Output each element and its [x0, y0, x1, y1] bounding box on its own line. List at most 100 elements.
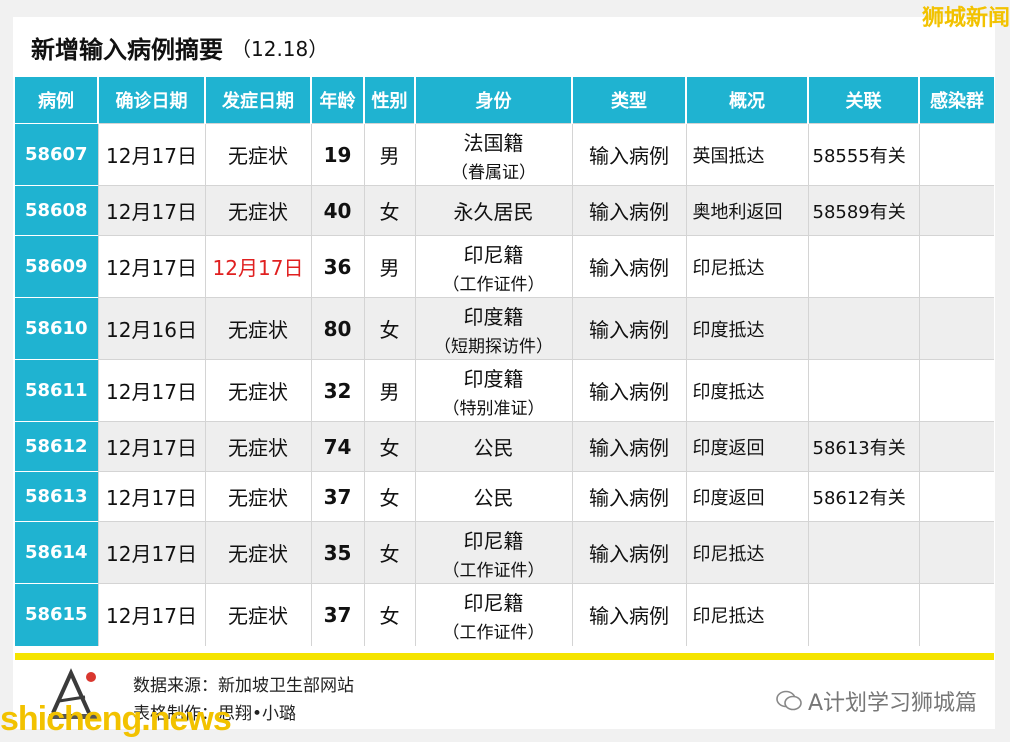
identity-pass-type: （工作证件） — [442, 560, 545, 581]
cluster-cell — [918, 123, 994, 186]
summary-cell: 印尼抵达 — [685, 583, 808, 646]
column-header: 确诊日期 — [97, 77, 205, 124]
identity-main: 印尼籍 — [463, 528, 524, 553]
identity-main: 印尼籍 — [463, 590, 524, 615]
onset-date-cell: 无症状 — [204, 521, 311, 584]
identity-pass-type: （特别准证） — [442, 398, 545, 419]
linked-case-cell — [807, 297, 919, 360]
sex-cell: 女 — [363, 521, 415, 584]
table-row: 58608 12月17日 无症状 40 女 永久居民 输入病例 奥地利返回 58589有关 — [15, 185, 994, 236]
identity-pass-type: （短期探访件） — [434, 336, 553, 357]
onset-date-cell: 无症状 — [204, 471, 311, 522]
confirmed-date-cell: 12月16日 — [97, 297, 205, 360]
linked-case-cell: 58613有关 — [807, 421, 919, 472]
summary-cell: 印度抵达 — [685, 297, 808, 360]
wechat-account: A计划学习狮城篇 — [776, 685, 977, 717]
table-header-row: 病例 确诊日期 发症日期 年龄 性别 身份 类型 概况 关联 感染群 — [15, 77, 994, 124]
sex-cell: 女 — [363, 421, 415, 472]
wechat-name: A计划学习狮城篇 — [807, 691, 977, 716]
case-number-cell: 58614 — [15, 521, 98, 584]
cluster-cell — [918, 297, 994, 360]
identity-cell: 印度籍 （短期探访件） — [414, 297, 572, 360]
column-header: 感染群 — [918, 77, 994, 124]
page-date: （12.18） — [231, 36, 329, 61]
cluster-cell — [918, 359, 994, 422]
cluster-cell — [918, 583, 994, 646]
cluster-cell — [918, 235, 994, 298]
onset-date-cell: 无症状 — [204, 297, 311, 360]
age-cell: 74 — [310, 421, 364, 472]
table-row: 58614 12月17日 无症状 35 女 印尼籍 （工作证件） 输入病例 印尼抵达 — [15, 521, 994, 584]
onset-date-cell: 无症状 — [204, 583, 311, 646]
page-title: 新增输入病例摘要 — [31, 35, 223, 64]
confirmed-date-cell: 12月17日 — [97, 471, 205, 522]
column-header: 病例 — [15, 77, 98, 124]
case-type-cell: 输入病例 — [571, 297, 686, 360]
summary-cell: 印度抵达 — [685, 359, 808, 422]
site-watermark: shicheng.news — [0, 700, 232, 738]
table-row: 58607 12月17日 无症状 19 男 法国籍 （眷属证） 输入病例 英国抵达 58555有关 — [15, 123, 994, 186]
linked-case-cell — [807, 235, 919, 298]
case-number-cell: 58611 — [15, 359, 98, 422]
case-number-cell: 58610 — [15, 297, 98, 360]
identity-cell: 印尼籍 （工作证件） — [414, 583, 572, 646]
cluster-cell — [918, 521, 994, 584]
identity-pass-type: （工作证件） — [442, 622, 545, 643]
age-cell: 36 — [310, 235, 364, 298]
confirmed-date-cell: 12月17日 — [97, 583, 205, 646]
table-row: 58612 12月17日 无症状 74 女 公民 输入病例 印度返回 58613有关 — [15, 421, 994, 472]
case-type-cell: 输入病例 — [571, 421, 686, 472]
identity-cell: 印度籍 （特别准证） — [414, 359, 572, 422]
table-row: 58609 12月17日 12月17日 36 男印尼籍 （工作证件） 输入病例 印尼抵达 — [15, 235, 994, 298]
confirmed-date-cell: 12月17日 — [97, 123, 205, 186]
summary-card: 新增输入病例摘要 （12.18） 病例 确诊日期 发症日期 年龄 性别 身份 类型 概况 关联感… — [13, 17, 995, 729]
brand-logo-text: 狮城新闻 — [921, 6, 1010, 31]
case-type-cell: 输入病例 — [571, 521, 686, 584]
summary-cell: 印尼抵达 — [685, 235, 808, 298]
case-number-cell: 58612 — [15, 421, 98, 472]
age-cell: 35 — [310, 521, 364, 584]
confirmed-date-cell: 12月17日 — [97, 521, 205, 584]
case-type-cell: 输入病例 — [571, 583, 686, 646]
cluster-cell — [918, 471, 994, 522]
age-cell: 32 — [310, 359, 364, 422]
sex-cell: 男 — [363, 359, 415, 422]
case-type-cell: 输入病例 — [571, 123, 686, 186]
identity-cell: 法国籍 （眷属证） — [414, 123, 572, 186]
case-type-cell: 输入病例 — [571, 471, 686, 522]
cases-table: 病例 确诊日期 发症日期 年龄 性别 身份 类型 概况 关联 感染群 58607 12月17日 无症状… — [15, 77, 994, 646]
identity-cell: 印尼籍 （工作证件） — [414, 521, 572, 584]
source-note: 数据来源：新加坡卫生部网站 — [133, 676, 354, 696]
sex-cell: 女 — [363, 471, 415, 522]
column-header: 关联 — [807, 77, 919, 124]
linked-case-cell: 58555有关 — [807, 123, 919, 186]
identity-main: 永久居民 — [453, 200, 534, 224]
case-type-cell: 输入病例 — [571, 235, 686, 298]
age-cell: 37 — [310, 583, 364, 646]
onset-date-cell: 12月17日 — [204, 235, 311, 298]
onset-date-cell: 无症状 — [204, 123, 311, 186]
confirmed-date-cell: 12月17日 — [97, 421, 205, 472]
identity-main: 公民 — [473, 486, 514, 510]
case-number-cell: 58613 — [15, 471, 98, 522]
age-cell: 37 — [310, 471, 364, 522]
case-number-cell: 58609 — [15, 235, 98, 298]
identity-cell: 永久居民 — [414, 185, 572, 236]
summary-cell: 印度返回 — [685, 471, 808, 522]
linked-case-cell — [807, 521, 919, 584]
age-cell: 19 — [310, 123, 364, 186]
age-cell: 80 — [310, 297, 364, 360]
sex-cell: 男 — [363, 123, 415, 186]
sex-cell: 男 — [363, 235, 415, 298]
case-number-cell: 58615 — [15, 583, 98, 646]
table-row: 58611 12月17日 无症状 32 男 印度籍 （特别准证） 输入病例 印度抵达 — [15, 359, 994, 422]
column-header: 类型 — [571, 77, 686, 124]
confirmed-date-cell: 12月17日 — [97, 235, 205, 298]
confirmed-date-cell: 12月17日 — [97, 185, 205, 236]
identity-cell: 公民 — [414, 421, 572, 472]
column-header: 年龄 — [310, 77, 364, 124]
onset-date-cell: 无症状 — [204, 185, 311, 236]
table-row: 58613 12月17日 无症状 37 女 公民 输入病例 印度返回 58612有关 — [15, 471, 994, 522]
identity-cell: 公民 — [414, 471, 572, 522]
identity-main: 法国籍 — [463, 130, 524, 155]
